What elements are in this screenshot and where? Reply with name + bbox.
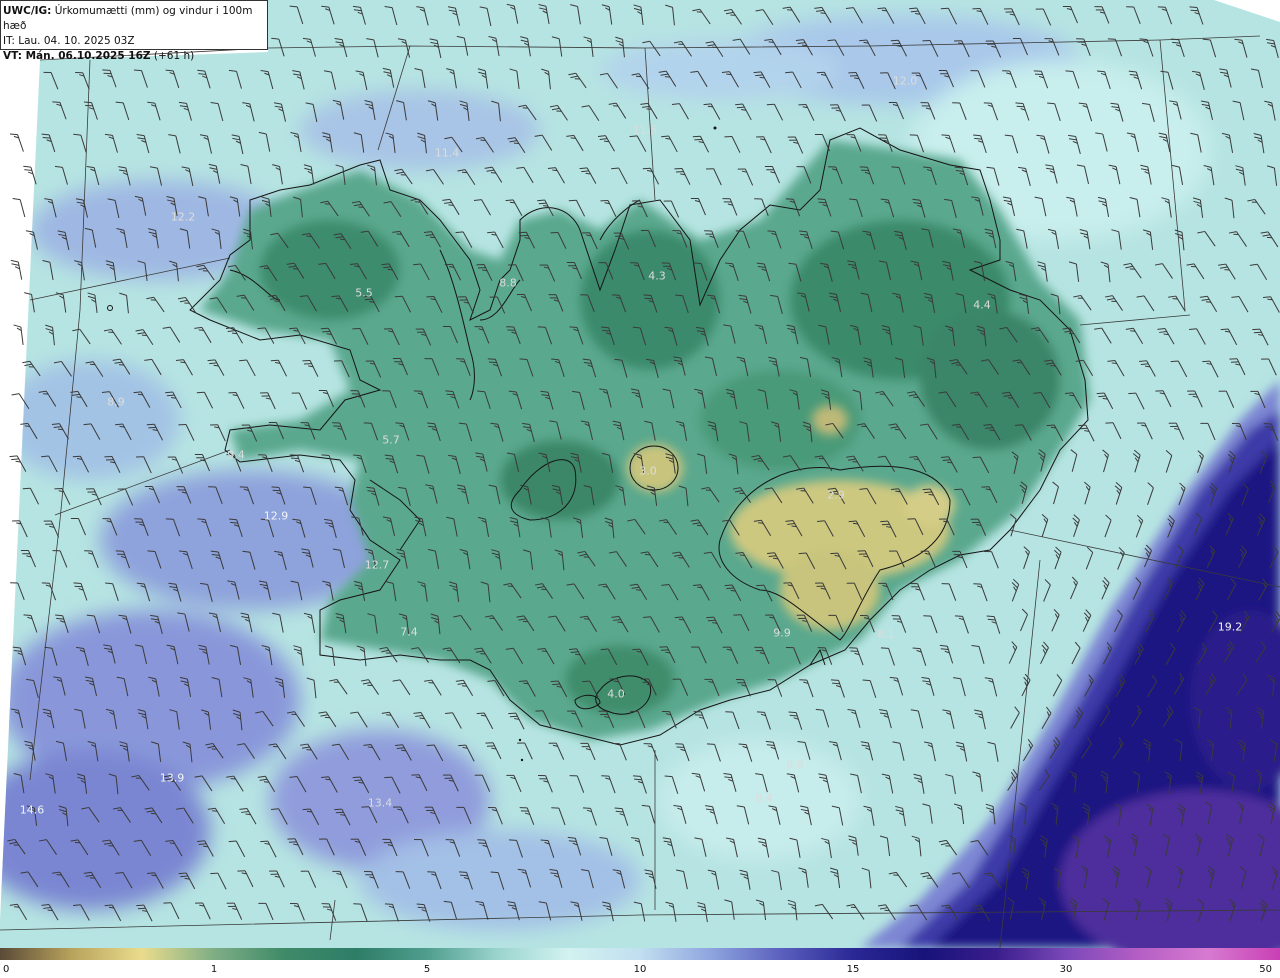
- point-value-label: 4.4: [973, 298, 991, 312]
- point-value-label: 11.4: [434, 146, 460, 160]
- point-value-label: 12.2: [170, 210, 196, 224]
- valid-time-line: VT: Mán. 06.10.2025 16Z (+61 h): [3, 49, 267, 64]
- colorbar-tick-label: 0: [3, 964, 10, 975]
- valid-time: VT: Mán. 06.10.2025 16Z: [3, 50, 151, 62]
- point-value-label: 2.9: [827, 488, 845, 502]
- point-value-label: 13.9: [159, 771, 185, 785]
- colorbar-gradient: [0, 948, 1280, 960]
- map-header-box: UWC/IG: Úrkomumætti (mm) og vindur i 100…: [0, 0, 268, 62]
- colorbar-tick-label: 30: [1059, 964, 1073, 975]
- colorbar-tick-label: 50: [1259, 964, 1272, 975]
- colorbar: [0, 948, 1280, 960]
- point-value-label: 4.3: [648, 269, 666, 283]
- colorbar-tick-label: 15: [846, 964, 860, 975]
- point-value-label: 8.4: [755, 791, 773, 805]
- point-value-label: 12.0: [892, 74, 918, 88]
- point-value-label: 5.5: [355, 286, 373, 300]
- point-value-label: 8.1: [877, 627, 895, 641]
- point-value-label: 9.9: [773, 626, 791, 640]
- point-value-label: 9.4: [227, 448, 245, 462]
- point-value-label: 9.8: [786, 758, 804, 772]
- point-value-label: 12.7: [364, 558, 390, 572]
- point-value-label: 4.0: [607, 687, 625, 701]
- init-time: IT: Lau. 04. 10. 2025 03Z: [3, 35, 135, 47]
- colorbar-tick-label: 10: [633, 964, 647, 975]
- model-tag: UWC/IG:: [3, 5, 52, 17]
- lead-time: (+61 h): [153, 50, 195, 62]
- point-value-label: 7.4: [400, 625, 418, 639]
- colorbar-tick-label: 1: [210, 964, 218, 975]
- point-value-label: 12.9: [263, 509, 289, 523]
- point-value-label: 13.4: [367, 796, 393, 810]
- point-value-label: 8.8: [499, 276, 517, 290]
- map-title-line: UWC/IG: Úrkomumætti (mm) og vindur i 100…: [3, 4, 267, 34]
- point-value-label: 3.0: [639, 464, 657, 478]
- point-value-label: 19.2: [1217, 620, 1243, 634]
- point-value-label: 14.6: [19, 803, 45, 817]
- forecast-map: 12.0 11.5 11.4 12.2 4.3 4.4 5.5 8.8 8.9 5.7 9.4 3.0…: [0, 0, 1280, 948]
- point-value-label: 8.9: [107, 395, 125, 409]
- point-value-label: 11.5: [632, 123, 658, 137]
- point-value-label: 5.7: [382, 433, 400, 447]
- colorbar-tick-label: 5: [423, 964, 431, 975]
